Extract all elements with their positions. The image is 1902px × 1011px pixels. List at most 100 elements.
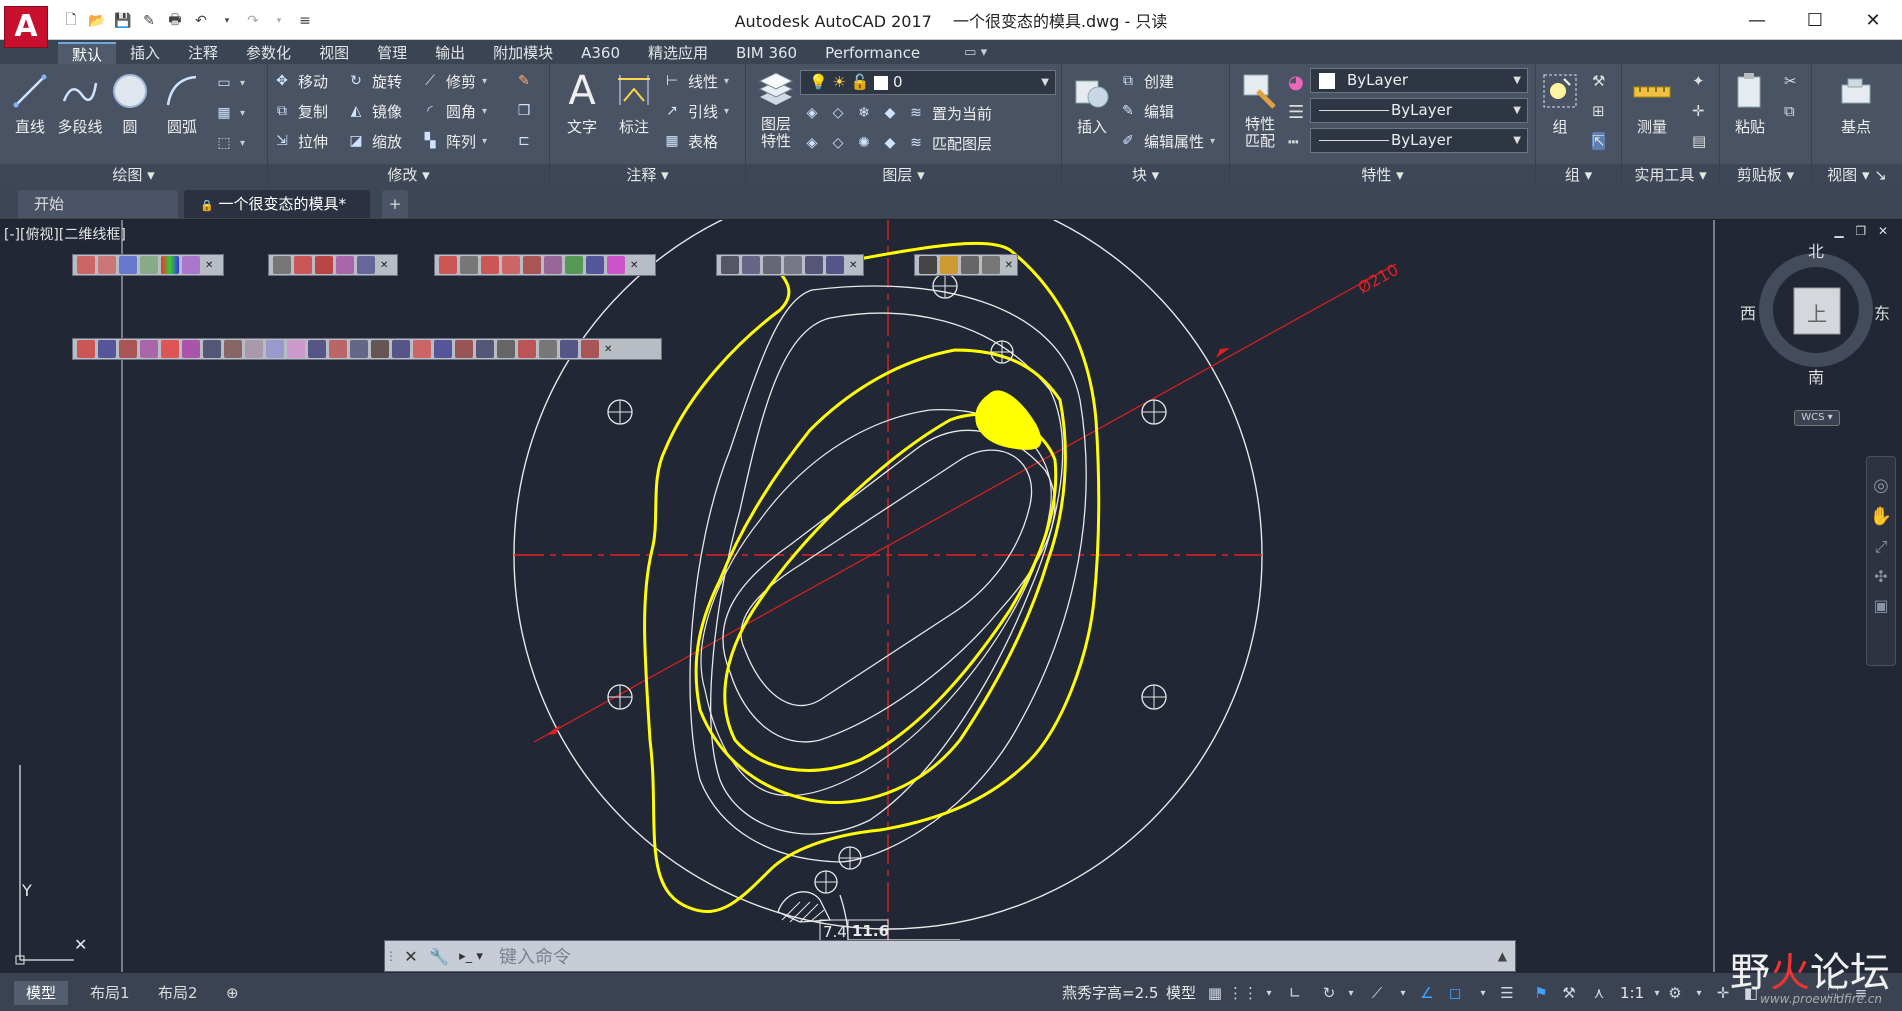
layer-off-icon[interactable]: ◈: [802, 103, 822, 123]
layer-on-icon[interactable]: ◈: [802, 133, 822, 153]
quick-select-icon[interactable]: ✦: [1692, 72, 1705, 90]
close-icon[interactable]: ✕: [849, 260, 857, 271]
close-icon[interactable]: ✕: [1005, 260, 1013, 271]
move-tool[interactable]: ✥ 移动: [272, 68, 328, 94]
group-edit-icon[interactable]: ⊞: [1592, 102, 1605, 120]
toolbar-button-icon[interactable]: [329, 340, 347, 358]
layer-isolate-icon[interactable]: ◇: [828, 103, 848, 123]
calculator-icon[interactable]: ▤: [1692, 132, 1706, 150]
toolbar-button-icon[interactable]: [357, 256, 375, 274]
explode-tool[interactable]: ❒: [514, 98, 534, 124]
panel-block-title[interactable]: 块 ▾: [1062, 164, 1229, 186]
measure-tool[interactable]: 测量: [1624, 70, 1680, 137]
tab-annotate[interactable]: 注释: [174, 42, 232, 64]
floating-toolbar-4[interactable]: ✕: [716, 254, 864, 276]
toolbar-button-icon[interactable]: [336, 256, 354, 274]
model-space-toggle[interactable]: 模型: [1166, 981, 1196, 1005]
tab-view[interactable]: 视图: [305, 42, 363, 64]
rotate-tool[interactable]: ↻ 旋转: [346, 68, 402, 94]
scale-tool[interactable]: ◪ 缩放: [346, 128, 402, 154]
panel-layers-title[interactable]: 图层 ▾: [746, 164, 1061, 186]
print-icon[interactable]: 🖶: [164, 10, 186, 32]
drawing-canvas[interactable]: [-][俯视][二维线框] Ø210 7.4 11.6 Y ✕ ✕ ✕ ✕ ✕ …: [0, 220, 1902, 972]
point-icon[interactable]: ✛: [1692, 102, 1705, 120]
toolbar-button-icon[interactable]: [523, 256, 541, 274]
toolbar-button-icon[interactable]: [586, 256, 604, 274]
close-icon[interactable]: ✕: [1844, 0, 1902, 40]
tab-addins[interactable]: 附加模块: [479, 42, 567, 64]
toolbar-button-icon[interactable]: [308, 340, 326, 358]
floating-toolbar-2[interactable]: ✕: [268, 254, 398, 276]
array-tool[interactable]: ▚ 阵列 ▾: [420, 128, 487, 154]
toolbar-button-icon[interactable]: [502, 256, 520, 274]
trim-tool[interactable]: ⟋ 修剪 ▾: [420, 68, 487, 94]
hatch-tool[interactable]: ▦ ▾: [214, 100, 245, 126]
circle-tool[interactable]: 圆: [102, 70, 158, 137]
panel-annotation-title[interactable]: 注释 ▾: [550, 164, 745, 186]
boundary-tool[interactable]: ⬚ ▾: [214, 130, 245, 156]
toolbar-button-icon[interactable]: [224, 340, 242, 358]
toolbar-button-icon[interactable]: [960, 256, 979, 274]
toolbar-button-icon[interactable]: [476, 340, 494, 358]
compass-south[interactable]: 南: [1808, 364, 1824, 388]
toolbar-button-icon[interactable]: [981, 256, 1000, 274]
customize-wrench-icon[interactable]: 🔧: [425, 941, 453, 971]
close-icon[interactable]: ✕: [397, 941, 425, 971]
snap-dropdown-icon[interactable]: ▾: [1258, 982, 1280, 1004]
toolbar-button-icon[interactable]: [182, 256, 200, 274]
customize-qat-icon[interactable]: ≡: [294, 10, 316, 32]
polar-icon[interactable]: ↻: [1318, 982, 1340, 1004]
application-menu-button[interactable]: A: [4, 6, 48, 48]
tab-a360[interactable]: A360: [567, 42, 634, 64]
tab-start[interactable]: 开始: [18, 190, 178, 218]
lineweight-dropdown[interactable]: ByLayer ▼: [1310, 128, 1528, 153]
new-file-icon[interactable]: 🗋: [60, 10, 82, 32]
toolbar-button-icon[interactable]: [784, 256, 802, 274]
toolbar-button-icon[interactable]: [439, 256, 457, 274]
group-select-icon[interactable]: ⇱: [1592, 132, 1605, 150]
color-dropdown[interactable]: ByLayer ▼: [1310, 68, 1528, 93]
toolbar-button-icon[interactable]: [182, 340, 200, 358]
close-icon[interactable]: ✕: [205, 260, 213, 271]
layer-thaw-icon[interactable]: ✺: [854, 133, 874, 153]
orbit-icon[interactable]: ✣: [1867, 567, 1895, 586]
toolbar-button-icon[interactable]: [392, 340, 410, 358]
toolbar-button-icon[interactable]: [763, 256, 781, 274]
erase-tool[interactable]: ✎: [514, 68, 534, 94]
toolbar-button-icon[interactable]: [434, 340, 452, 358]
pan-icon[interactable]: ✋: [1867, 506, 1895, 527]
toolbar-button-icon[interactable]: [77, 256, 95, 274]
isodraft-dropdown-icon[interactable]: ▾: [1392, 982, 1414, 1004]
insert-block-tool[interactable]: 插入: [1064, 70, 1120, 137]
toolbar-button-icon[interactable]: [539, 340, 557, 358]
text-tool[interactable]: A 文字: [554, 68, 610, 137]
toolbar-button-icon[interactable]: [98, 340, 116, 358]
toolbar-button-icon[interactable]: [565, 256, 583, 274]
layer-lock-icon[interactable]: ◆: [880, 103, 900, 123]
grid-icon[interactable]: ▦: [1204, 982, 1226, 1004]
annotation-visibility-icon[interactable]: ⚑: [1530, 982, 1552, 1004]
fillet-tool[interactable]: ◜ 圆角 ▾: [420, 98, 487, 124]
tab-featured-apps[interactable]: 精选应用: [634, 42, 722, 64]
leader-tool[interactable]: ↗ 引线 ▾: [662, 98, 729, 124]
auto-scale-icon[interactable]: ⚒: [1558, 982, 1580, 1004]
tab-bim360[interactable]: BIM 360: [722, 42, 811, 64]
layer-properties-tool[interactable]: 图层 特性: [748, 70, 804, 150]
viewcube-face-top[interactable]: 上: [1806, 298, 1828, 327]
linetype-icon[interactable]: ┅: [1288, 132, 1299, 153]
toolbar-button-icon[interactable]: [721, 256, 739, 274]
object-snap-icon[interactable]: ◻: [1444, 982, 1466, 1004]
toolbar-button-icon[interactable]: [161, 340, 179, 358]
copy-clip-icon[interactable]: ⧉: [1784, 102, 1795, 120]
workspace-dropdown-icon[interactable]: ▾: [1688, 982, 1710, 1004]
toolbar-button-icon[interactable]: [294, 256, 312, 274]
floating-toolbar-6[interactable]: ✕: [72, 338, 662, 360]
tab-default[interactable]: 默认: [58, 42, 117, 64]
toolbar-button-icon[interactable]: [518, 340, 536, 358]
new-tab-button[interactable]: +: [382, 190, 408, 218]
panel-modify-title[interactable]: 修改 ▾: [268, 164, 549, 186]
toolbar-button-icon[interactable]: [455, 340, 473, 358]
floating-toolbar-3[interactable]: ✕: [434, 254, 656, 276]
tab-output[interactable]: 输出: [421, 42, 479, 64]
tab-parametric[interactable]: 参数化: [232, 42, 305, 64]
